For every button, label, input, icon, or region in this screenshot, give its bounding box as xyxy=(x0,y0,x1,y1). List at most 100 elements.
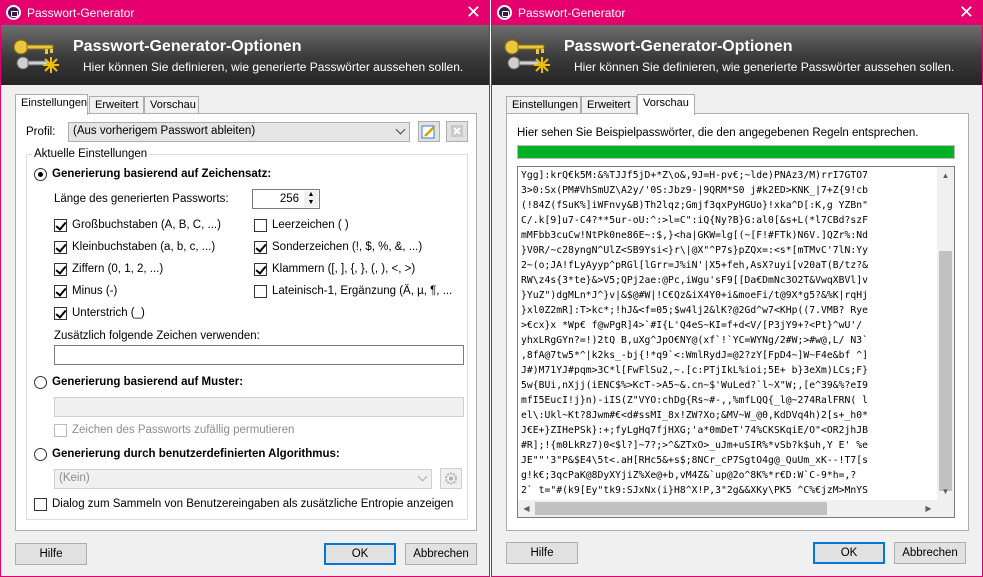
charset-radio-label: Generierung basierend auf Zeichensatz: xyxy=(52,168,272,180)
scroll-up-icon[interactable]: ▲ xyxy=(937,167,954,184)
password-line: Ygg]:krQ€k5M:&%TJJf5jD+*Z\o&,9J=H-pv€;~l… xyxy=(521,170,869,181)
vertical-scrollbar[interactable]: ▲ ▼ xyxy=(937,167,954,500)
keepass-lock-icon xyxy=(497,5,512,20)
ok-button[interactable]: OK xyxy=(324,543,396,565)
permute-checkbox[interactable] xyxy=(54,424,67,437)
edit-profile-icon xyxy=(421,125,435,139)
password-line: }YuZ")dgMLn*J^}v|&$@#W|!C€Qz&iX4Y0+i&moe… xyxy=(521,290,869,301)
scroll-right-icon[interactable]: ▶ xyxy=(920,500,937,517)
special-checkbox[interactable] xyxy=(254,241,267,254)
tab-preview[interactable]: Vorschau xyxy=(637,94,695,115)
space-checkbox[interactable] xyxy=(254,219,267,232)
help-button[interactable]: Hilfe xyxy=(506,542,578,564)
algorithm-options-button[interactable] xyxy=(440,468,462,489)
password-line: >€cx}x *Wp€ f@wPgR]4>`#I{L'Q4eS~KI=f+d<V… xyxy=(521,320,863,331)
password-line: 2~(o;JA!fLyAyyp^pRGl[lGrr=J%iN'|X5+feh,A… xyxy=(521,260,869,271)
password-generator-window-settings: Passwort-Generator ✕ Passwort-Generator-… xyxy=(0,0,490,577)
cancel-button[interactable]: Abbrechen xyxy=(894,542,966,564)
length-stepper[interactable]: 256 ▲ ▼ xyxy=(252,189,320,209)
entropy-checkbox[interactable] xyxy=(34,498,47,511)
settings-panel: Profil: (Aus vorherigem Passwort ableite… xyxy=(15,113,477,531)
help-button[interactable]: Hilfe xyxy=(15,543,87,565)
pattern-input[interactable] xyxy=(54,397,464,417)
keys-icon xyxy=(504,39,550,73)
underscore-label: Unterstrich (_) xyxy=(72,307,145,319)
password-list: Ygg]:krQ€k5M:&%TJJf5jD+*Z\o&,9J=H-pv€;~l… xyxy=(518,168,937,500)
scroll-corner xyxy=(937,500,954,517)
password-line: J#)M71YJ#pqm>3C*l[FwFlSu2,~.[c:PTjIkL%io… xyxy=(521,365,869,376)
brackets-checkbox[interactable] xyxy=(254,263,267,276)
tab-settings[interactable]: Einstellungen xyxy=(506,96,581,114)
preview-panel: Hier sehen Sie Beispielpasswörter, die d… xyxy=(506,113,969,531)
charset-radio[interactable] xyxy=(34,168,47,181)
banner-subtitle: Hier können Sie definieren, wie generier… xyxy=(574,60,955,74)
password-line: C/.k[9]u7-C4?**5ur-oU:^:>l=C":iQ{Ny?B}G:… xyxy=(521,215,869,226)
minus-checkbox[interactable] xyxy=(54,285,67,298)
latin1-label: Lateinisch-1, Ergänzung (Ä, µ, ¶, ... xyxy=(272,285,453,297)
chevron-down-icon xyxy=(395,124,406,135)
preview-passwords-textarea[interactable]: Ygg]:krQ€k5M:&%TJJf5jD+*Z\o&,9J=H-pv€;~l… xyxy=(517,166,955,518)
pattern-radio[interactable] xyxy=(34,376,47,389)
tab-settings[interactable]: Einstellungen xyxy=(15,94,88,115)
algorithm-select[interactable]: (Kein) xyxy=(54,469,432,489)
keys-icon xyxy=(13,39,59,73)
lowercase-checkbox[interactable] xyxy=(54,241,67,254)
cancel-button[interactable]: Abbrechen xyxy=(405,543,477,565)
banner-title: Passwort-Generator-Optionen xyxy=(73,38,302,55)
tab-advanced[interactable]: Erweitert xyxy=(89,96,144,114)
banner: Passwort-Generator-Optionen Hier können … xyxy=(492,25,982,85)
password-line: ,8fA@7tw5*^|k2ks_-bj{!*q9`<:WmlRydJ=@2?z… xyxy=(521,350,869,361)
preview-label: Hier sehen Sie Beispielpasswörter, die d… xyxy=(517,127,919,139)
additional-chars-input[interactable] xyxy=(54,345,464,365)
ok-button[interactable]: OK xyxy=(813,542,885,564)
scroll-thumb-horizontal[interactable] xyxy=(535,502,827,515)
keepass-lock-icon xyxy=(6,5,21,20)
latin1-checkbox[interactable] xyxy=(254,285,267,298)
password-line: el\:Ukl~Kt?8Jwm#€<d#ssMI_8x!ZW?Xo;&MV~W_… xyxy=(521,410,869,421)
group-label: Aktuelle Einstellungen xyxy=(32,148,150,160)
password-line: g!k€;3qcPaK@8DyXYjiZ%Xe@+b,vM4Z&`up@2o^8… xyxy=(521,470,857,481)
digits-checkbox[interactable] xyxy=(54,263,67,276)
banner-subtitle: Hier können Sie definieren, wie generier… xyxy=(83,60,464,74)
tab-advanced[interactable]: Erweitert xyxy=(581,96,637,114)
password-line: J€E+}ZIHePSk}:+;fyLgHq7fjHXG;'a*0mDeT'74… xyxy=(521,425,869,436)
scroll-thumb[interactable] xyxy=(939,251,952,491)
pattern-radio-label: Generierung basierend auf Muster: xyxy=(52,376,244,388)
lowercase-label: Kleinbuchstaben (a, b, c, ...) xyxy=(72,241,216,253)
close-icon[interactable]: ✕ xyxy=(959,2,974,22)
delete-icon xyxy=(451,125,463,137)
digits-label: Ziffern (0, 1, 2, ...) xyxy=(72,263,164,275)
scroll-down-icon[interactable]: ▼ xyxy=(937,483,954,500)
close-icon[interactable]: ✕ xyxy=(466,2,481,22)
banner-title: Passwort-Generator-Optionen xyxy=(564,38,793,55)
password-line: mMFbb3cuCw!NtPk0ne86E~:$,}<ha|GKW=lg[(~[… xyxy=(521,230,869,241)
progress-fill xyxy=(518,146,954,158)
uppercase-checkbox[interactable] xyxy=(54,219,67,232)
space-label: Leerzeichen ( ) xyxy=(272,219,349,231)
spin-up-icon[interactable]: ▲ xyxy=(304,191,318,199)
password-line: RW\z4s{3*te}&>V5;QPj2ae:@Pc,iWgu'sF9[[Da… xyxy=(521,275,869,286)
scroll-left-icon[interactable]: ◀ xyxy=(518,500,535,517)
password-line: yhxLRgGYn?=!)2tQ B,uXg^JpO€NY@(xf`!`YC=W… xyxy=(521,335,869,346)
permute-label: Zeichen des Passworts zufällig permutier… xyxy=(72,424,295,436)
chevron-down-icon xyxy=(417,471,428,482)
profile-value: (Aus vorherigem Passwort ableiten) xyxy=(73,125,256,137)
tab-preview[interactable]: Vorschau xyxy=(144,96,199,114)
entropy-label: Dialog zum Sammeln von Benutzereingaben … xyxy=(52,498,454,510)
delete-profile-button[interactable] xyxy=(446,121,468,142)
horizontal-scrollbar[interactable]: ◀ ▶ xyxy=(518,500,937,517)
preview-progress-bar xyxy=(517,145,955,159)
underscore-checkbox[interactable] xyxy=(54,307,67,320)
spin-down-icon[interactable]: ▼ xyxy=(304,199,318,207)
minus-label: Minus (-) xyxy=(72,285,118,297)
brackets-label: Klammern ([, ], {, }, (, ), <, >) xyxy=(272,263,416,275)
banner: Passwort-Generator-Optionen Hier können … xyxy=(1,25,489,85)
profile-select[interactable]: (Aus vorherigem Passwort ableiten) xyxy=(68,122,410,142)
password-line: JE""'3"P&$E4\5t<.aH[RHc5&+s$;8NCr_cP7Sgt… xyxy=(521,455,869,466)
password-line: 2` t="#(k9[Ey"tk9:SJxNx(i}H8^X!P,3"2g&&X… xyxy=(521,485,869,496)
uppercase-label: Großbuchstaben (A, B, C, ...) xyxy=(72,219,221,231)
password-line: }V0R/~c28yngN^UlZ<SB9Ysi<}r\|@X"^P7s}pZQ… xyxy=(521,245,869,256)
algorithm-radio[interactable] xyxy=(34,448,47,461)
algorithm-radio-label: Generierung durch benutzerdefinierten Al… xyxy=(52,448,340,460)
save-profile-button[interactable] xyxy=(418,121,440,142)
